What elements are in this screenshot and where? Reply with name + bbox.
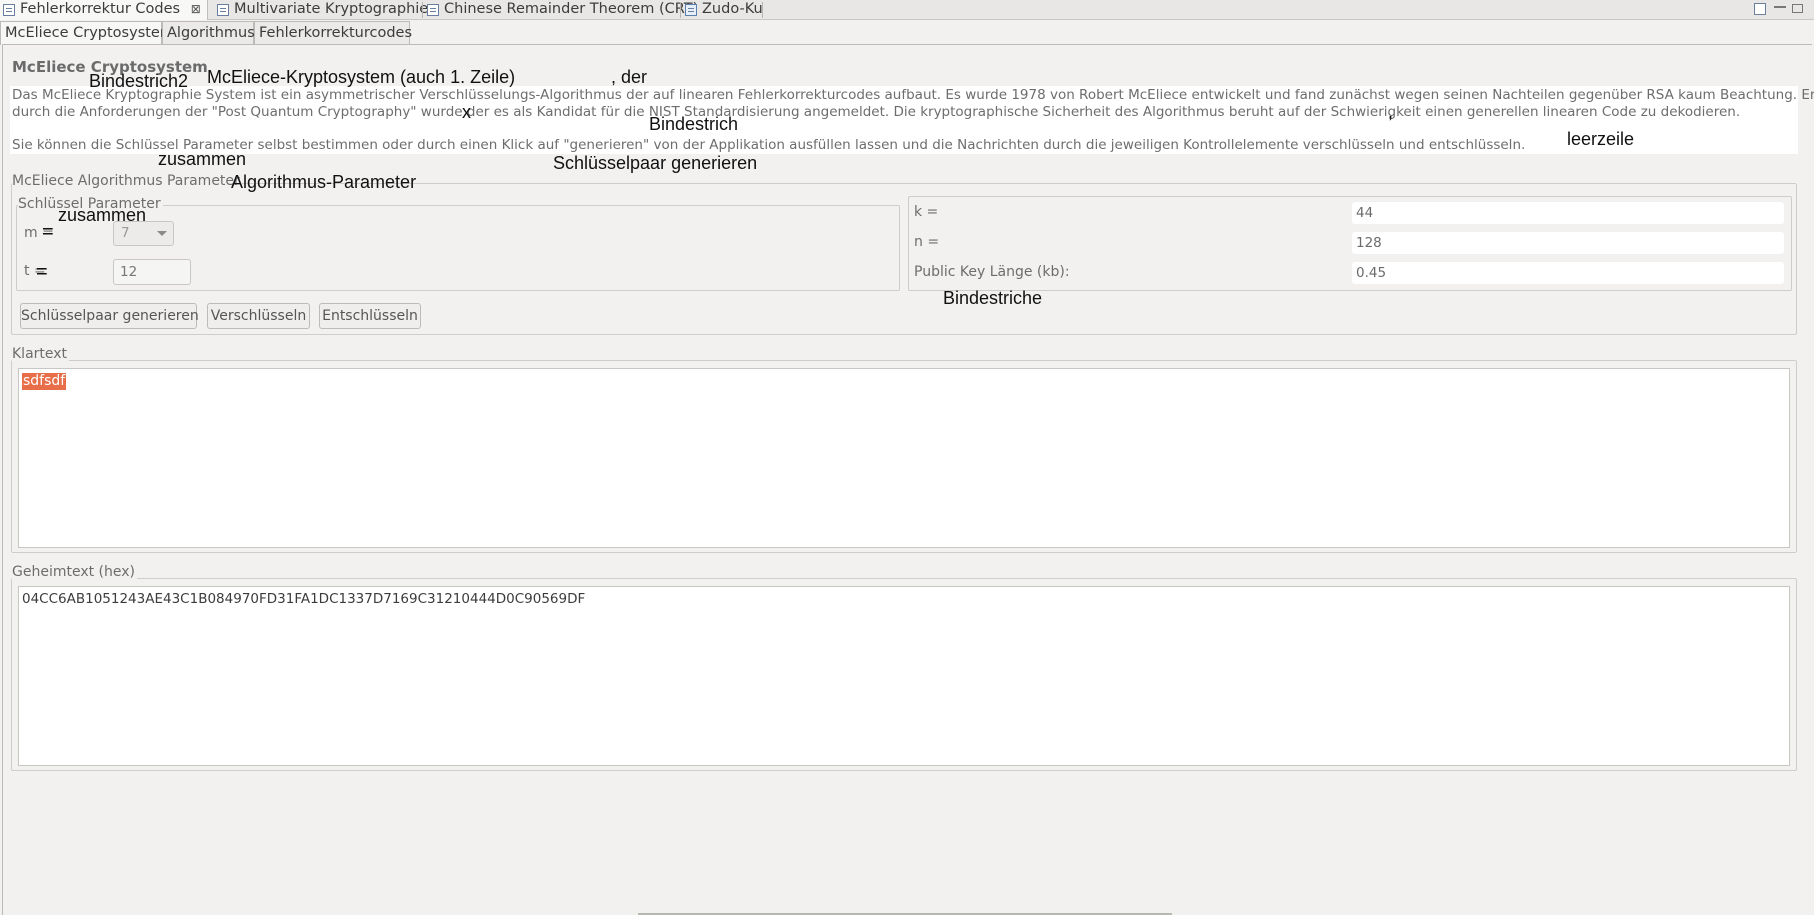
description-box: Das McEliece Kryptographie System ist ei… (10, 86, 1814, 154)
algorithm-parameter-title: McEliece Algorithmus Parameter (12, 173, 242, 189)
t-field[interactable]: 12 (113, 259, 191, 285)
tab-fehlerkorrektur-codes[interactable]: Fehlerkorrektur Codes ⊠ (0, 0, 208, 20)
public-key-length-field[interactable]: 0.45 (1352, 262, 1784, 284)
tab-multivariate-kryptographie[interactable]: Multivariate Kryptographie (214, 0, 428, 20)
tab-label: Chinese Remainder Theorem (CRT) (444, 1, 699, 17)
annotation-comma: , (1388, 102, 1394, 122)
minimize-icon[interactable] (1774, 2, 1786, 8)
k-field[interactable]: 44 (1352, 202, 1784, 224)
plaintext-title: Klartext (12, 346, 70, 362)
chevron-down-icon (157, 231, 167, 236)
tab-separator (680, 2, 681, 18)
tab-mceliece-cryptosystem[interactable]: McEliece Cryptosystem (0, 21, 174, 45)
description-line-1: Das McEliece Kryptographie System ist ei… (12, 87, 1814, 103)
n-field[interactable]: 128 (1352, 232, 1784, 254)
tab-label: Multivariate Kryptographie (234, 1, 429, 17)
annotation-equals-t: = (36, 261, 48, 283)
plaintext-value: sdfsdf (22, 373, 67, 390)
maximize-icon[interactable] (1792, 4, 1803, 13)
document-icon (427, 4, 439, 16)
m-value: 7 (121, 225, 130, 241)
annotation-schluesselpaar-generieren: Schlüsselpaar generieren (553, 153, 758, 173)
annotation-bindestrich: Bindestrich (649, 114, 739, 134)
tab-fehlerkorrekturcodes[interactable]: Fehlerkorrekturcodes (254, 21, 412, 45)
annotation-mceliece-kryptosystem: McEliece-Kryptosystem (auch 1. Zeile) (207, 67, 516, 87)
annotation-leerzeile: leerzeile (1567, 129, 1635, 149)
tab-separator (422, 2, 423, 18)
annotation-comma-der: , der (611, 67, 648, 87)
document-icon (3, 4, 15, 16)
document-icon (217, 4, 229, 16)
tab-algorithmus[interactable]: Algorithmus (162, 21, 255, 45)
generate-keypair-button[interactable]: Schlüsselpaar generieren (20, 303, 199, 329)
ciphertext-title: Geheimtext (hex) (12, 564, 138, 580)
close-icon[interactable]: ⊠ (191, 2, 201, 16)
n-label: n = (914, 234, 940, 250)
annotation-zusammen-2: zusammen (58, 205, 147, 225)
annotation-bindestriche: Bindestriche (943, 288, 1043, 308)
plaintext-textarea[interactable]: sdfsdf (18, 368, 1790, 548)
tab-separator (762, 2, 763, 18)
tab-chinese-remainder-theorem[interactable]: Chinese Remainder Theorem (CRT) (424, 0, 698, 20)
ciphertext-textarea[interactable]: 04CC6AB1051243AE43C1B084970FD31FA1DC1337… (18, 586, 1790, 766)
public-key-length-label: Public Key Länge (kb): (914, 264, 1070, 280)
annotation-x: x (462, 102, 471, 122)
k-label: k = (914, 204, 939, 220)
annotation-algorithmus-parameter: Algorithmus-Parameter (231, 172, 417, 192)
tab-label: Zudo-Ku (702, 1, 763, 17)
encrypt-button[interactable]: Verschlüsseln (207, 303, 310, 329)
tab-zudo-ku[interactable]: Zudo-Ku (682, 0, 763, 20)
tab-label: Fehlerkorrektur Codes (20, 1, 181, 17)
annotation-equals-m: = (42, 221, 54, 243)
decrypt-button[interactable]: Entschlüsseln (319, 303, 421, 329)
annotation-zusammen: zusammen (158, 149, 247, 169)
ciphertext-value: 04CC6AB1051243AE43C1B084970FD31FA1DC1337… (22, 591, 586, 607)
annotation-bindestrich2: Bindestrich2 (89, 71, 189, 91)
restore-view-icon[interactable] (1754, 3, 1766, 15)
editor-tab-bar: Fehlerkorrektur Codes ⊠ Multivariate Kry… (0, 0, 1814, 20)
puzzle-icon (685, 4, 697, 16)
description-line-2: durch die Anforderungen der "Post Quantu… (12, 104, 1741, 120)
